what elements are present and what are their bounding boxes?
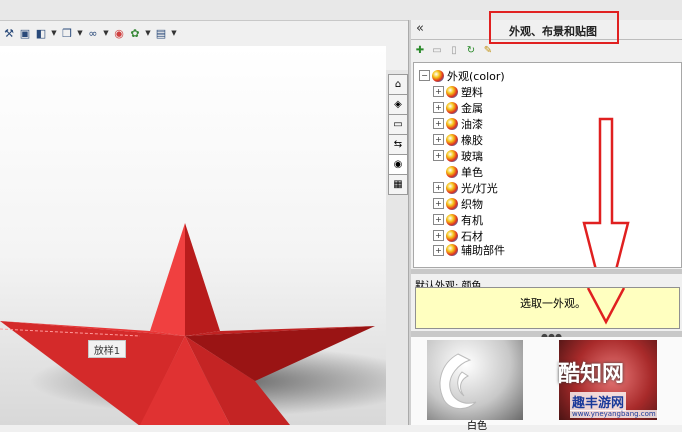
list-item[interactable]: + 辅助部件 — [433, 244, 505, 256]
hint-box: 选取一外观。 — [415, 287, 680, 329]
list-item-label: 玻璃 — [461, 149, 483, 163]
refresh-icon[interactable]: ↻ — [464, 43, 478, 57]
list-item-label: 金属 — [461, 101, 483, 115]
list-item[interactable]: + 玻璃 — [433, 148, 483, 163]
expand-box-icon[interactable]: + — [433, 198, 444, 209]
color-ball-icon — [446, 85, 458, 98]
list-item-label: 油漆 — [461, 117, 483, 131]
watermark-logo-icon — [439, 353, 477, 409]
list-item[interactable]: + 石材 — [433, 228, 483, 243]
color-ball-icon — [446, 165, 458, 178]
folder-icon[interactable]: ▭ — [388, 114, 408, 135]
list-item-label: 辅助部件 — [461, 244, 505, 256]
panel-toolbar: ✚ ▭ ▯ ↻ ✎ — [413, 40, 495, 60]
appearance-icon[interactable]: ◉ — [112, 25, 126, 41]
graphics-viewport[interactable] — [0, 46, 386, 425]
list-item[interactable]: + 织物 — [433, 196, 483, 211]
tree-root-label: 外观(color) — [447, 69, 505, 83]
panel-header: « 外观、布景和贴图 — [411, 11, 682, 44]
list-item-label: 橡胶 — [461, 133, 483, 147]
list-item[interactable]: + 有机 — [433, 212, 483, 227]
list-item-label: 石材 — [461, 229, 483, 243]
star-facet — [185, 223, 220, 336]
color-ball-icon — [446, 213, 458, 226]
scene-icon[interactable]: ✿ — [128, 25, 142, 41]
tool-icon[interactable]: ⚒ — [2, 25, 16, 41]
folder-open-icon[interactable]: ▭ — [430, 43, 444, 57]
tree-root[interactable]: − 外观(color) — [419, 68, 505, 83]
expand-box-icon[interactable]: + — [433, 118, 444, 129]
section-icon[interactable]: ❒ — [60, 25, 74, 41]
color-ball-icon — [446, 133, 458, 146]
list-item[interactable]: + 油漆 — [433, 116, 483, 131]
parts-icon[interactable]: ◈ — [388, 94, 408, 115]
color-ball-icon — [446, 229, 458, 242]
color-ball-icon — [446, 197, 458, 210]
color-ball-icon — [432, 69, 444, 82]
watermark-url: www.yneyangbang.com — [570, 410, 658, 418]
color-ball-icon — [446, 244, 458, 256]
chevron-down-icon[interactable]: ▼ — [50, 25, 58, 41]
add-appearance-icon[interactable]: ✚ — [413, 43, 427, 57]
color-ball-icon — [446, 181, 458, 194]
search-icon[interactable]: ⇆ — [388, 134, 408, 155]
list-item-label: 塑料 — [461, 85, 483, 99]
list-item-label: 单色 — [461, 165, 483, 179]
expand-box-icon[interactable]: + — [433, 182, 444, 193]
expand-box-icon[interactable]: + — [433, 102, 444, 113]
hide-show-icon[interactable]: ∞ — [86, 25, 100, 41]
list-item-label: 织物 — [461, 197, 483, 211]
feature-label[interactable]: 放样1 — [88, 340, 126, 358]
view-icon[interactable]: ▣ — [18, 25, 32, 41]
appearance-icon[interactable]: ◉ — [388, 154, 408, 175]
list-item[interactable]: 单色 — [433, 164, 483, 179]
list-item[interactable]: + 光/灯光 — [433, 180, 498, 195]
home-icon[interactable]: ⌂ — [388, 74, 408, 95]
color-ball-icon — [446, 101, 458, 114]
expand-box-icon[interactable]: + — [433, 150, 444, 161]
display-icon[interactable]: ◧ — [34, 25, 48, 41]
pane-splitter-horizontal[interactable] — [411, 269, 682, 274]
edit-icon[interactable]: ✎ — [481, 43, 495, 57]
collapse-box-icon[interactable]: − — [419, 70, 430, 81]
star-facet — [150, 223, 185, 336]
chevron-down-icon[interactable]: ▼ — [102, 25, 110, 41]
collapse-icon[interactable]: « — [416, 21, 424, 36]
appearance-tree[interactable]: − 外观(color) + 塑料 + 金属 + 油漆 + 橡胶 + 玻璃 单色 … — [413, 62, 682, 268]
color-ball-icon — [446, 117, 458, 130]
expand-box-icon[interactable]: + — [433, 244, 444, 256]
new-folder-icon[interactable]: ▯ — [447, 43, 461, 57]
star-model[interactable] — [0, 46, 386, 425]
chevron-down-icon[interactable]: ▼ — [144, 25, 152, 41]
list-item[interactable]: + 塑料 — [433, 84, 483, 99]
watermark-text: 酷知网 — [558, 362, 625, 387]
list-item-label: 有机 — [461, 213, 483, 227]
view-toolbar: ⚒ ▣ ◧ ▼ ❒ ▼ ∞ ▼ ◉ ✿ ▼ ▤ ▼ — [0, 20, 410, 46]
chevron-down-icon[interactable]: ▼ — [170, 25, 178, 41]
expand-box-icon[interactable]: + — [433, 86, 444, 97]
title-highlight-box — [489, 11, 619, 44]
expand-box-icon[interactable]: + — [433, 230, 444, 241]
color-ball-icon — [446, 149, 458, 162]
list-item-label: 光/灯光 — [461, 181, 498, 195]
expand-box-icon[interactable]: + — [433, 214, 444, 225]
red-down-arrow-tip — [586, 288, 626, 325]
list-item[interactable]: + 橡胶 — [433, 132, 483, 147]
watermark-brand: 趣丰游网 — [570, 392, 627, 411]
expand-box-icon[interactable]: + — [433, 134, 444, 145]
settings-icon[interactable]: ▤ — [154, 25, 168, 41]
custom-icon[interactable]: ▦ — [388, 174, 408, 195]
chevron-down-icon[interactable]: ▼ — [76, 25, 84, 41]
task-pane-tabs: ⌂ ◈ ▭ ⇆ ◉ ▦ — [386, 70, 408, 425]
list-item[interactable]: + 金属 — [433, 100, 483, 115]
